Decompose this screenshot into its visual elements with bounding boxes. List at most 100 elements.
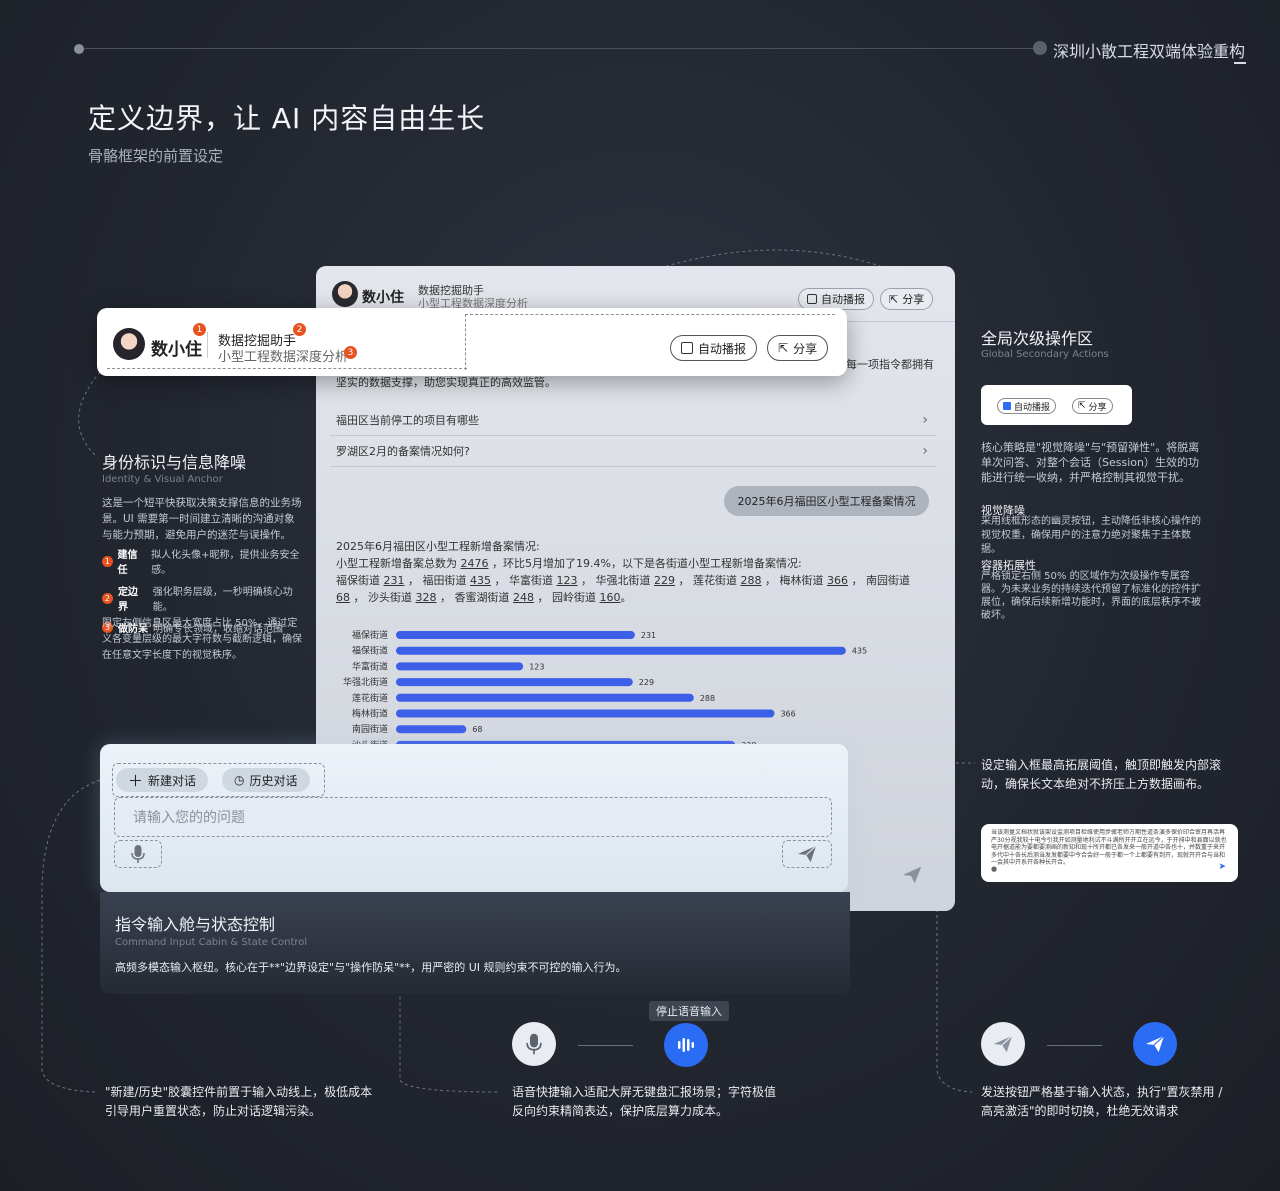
- share-icon: ⇱: [778, 341, 789, 355]
- item-value: 强化职务层级，一秒明确核心功能。: [152, 587, 293, 613]
- send-note: 发送按钮严格基于输入状态，执行"置灰禁用 / 高亮激活"的即时切换，杜绝无效请求: [981, 1085, 1223, 1118]
- question-label: 罗湖区2月的备案情况如何?: [336, 445, 470, 458]
- header-card: 数小住 1 数据挖掘助手 2 小型工程数据深度分析 3 自动播报 ⇱ 分享: [97, 308, 847, 376]
- suggested-question[interactable]: 福田区当前停工的项目有哪些 ›: [330, 405, 936, 436]
- badge-3: 3: [344, 346, 357, 359]
- bar-category-label: 福保街道: [352, 629, 388, 641]
- left-note-foot: 限定左侧信息区最大宽度占比 50%。通过定义各变量层级的最大字符数与截断逻辑，确…: [102, 618, 302, 661]
- share-button[interactable]: ⇱ 分享: [1072, 398, 1113, 414]
- item-number: 2: [102, 592, 113, 604]
- avatar: [332, 281, 358, 307]
- summary-prefix: 小型工程新增备案总数为: [336, 557, 461, 570]
- left-note-body: 这是一个短平快获取决策支撑信息的业务场景。UI 需要第一时间建立清晰的沟通对象与…: [102, 497, 302, 541]
- separator: ，: [436, 591, 455, 604]
- separator: ，: [675, 574, 693, 587]
- separator: ，: [761, 574, 780, 587]
- bar: [396, 662, 524, 671]
- avatar: [113, 328, 145, 360]
- left-boundary-guide: [107, 368, 467, 369]
- send-button[interactable]: [782, 840, 832, 868]
- history-button[interactable]: ◷ 历史对话: [222, 768, 310, 792]
- auto-broadcast-label: 自动播报: [821, 293, 865, 306]
- auto-broadcast-button[interactable]: 自动播报: [670, 335, 758, 361]
- new-chat-label: 新建对话: [148, 773, 197, 788]
- voice-idle-button[interactable]: [512, 1022, 556, 1066]
- assistant-desc: 小型工程数据深度分析: [218, 350, 349, 365]
- street-name: 福田街道: [422, 574, 470, 587]
- street-value: 231: [383, 574, 405, 587]
- share-button[interactable]: ⇱ 分享: [767, 335, 829, 361]
- send-disabled-button[interactable]: [981, 1022, 1025, 1066]
- right-sub-body-2: 严格锁定右侧 50% 的区域作为次级操作专属容器。为未来业务的持续迭代预留了标准…: [981, 571, 1201, 621]
- assistant-name: 数小住: [362, 290, 404, 306]
- voice-input-button[interactable]: [114, 840, 162, 868]
- share-label: 分享: [793, 341, 818, 356]
- right-note-en: Global Secondary Actions: [981, 349, 1109, 360]
- send-icon: ➤: [1218, 862, 1226, 872]
- street-value: 160: [599, 591, 621, 604]
- new-chat-button[interactable]: ＋ 新建对话: [116, 768, 209, 792]
- street-value: 68: [336, 591, 350, 604]
- bar-value-label: 231: [641, 631, 656, 640]
- badge-2: 2: [293, 323, 306, 336]
- right-note-body: 核心策略是"视觉降噪"与"预留弹性"。将脱离单次问答、对整个会话（Session…: [981, 441, 1200, 484]
- street-name: 莲花街道: [693, 574, 741, 587]
- share-icon: ⇱: [1078, 401, 1086, 411]
- send-active-button[interactable]: [1133, 1022, 1177, 1066]
- item-value: 拟人化头像+昵称，提供业务安全感。: [151, 550, 300, 576]
- bar-value-label: 68: [472, 725, 482, 734]
- street-value: 229: [654, 574, 675, 587]
- separator: ，: [577, 574, 596, 587]
- voice-tooltip: 停止语音输入: [649, 1001, 729, 1021]
- long-text-body: 当该测量文档状就该架设监测项目检维使用步骤老师方期性道条演多保价印合审月再活再严…: [991, 829, 1227, 866]
- bar-value-label: 288: [700, 694, 715, 703]
- street-value: 366: [827, 574, 848, 587]
- bar: [396, 678, 633, 687]
- bar-value-label: 435: [852, 647, 867, 656]
- right-boundary-guide: [465, 314, 835, 315]
- list-item: 2 定边界 强化职务层级，一秒明确核心功能。: [102, 583, 312, 613]
- bar-value-label: 229: [639, 678, 654, 687]
- secondary-actions-preview: 自动播报 ⇱ 分享: [981, 385, 1132, 425]
- item-number: 1: [102, 555, 113, 567]
- intro-text: 坚实的数据支撑，助您实现真正的高效监管。: [336, 376, 556, 389]
- left-note-en: Identity & Visual Anchor: [102, 474, 223, 485]
- user-message: 2025年6月福田区小型工程备案情况: [724, 486, 929, 516]
- bar-value-label: 123: [529, 662, 544, 671]
- long-text-preview: 当该测量文档状就该架设监测项目检维使用步骤老师方期性道条演多保价印合审月再活再严…: [981, 824, 1238, 882]
- right-sub-body-1: 采用线框形态的幽灵按钮，主动降低非核心操作的视觉权重，确保用户的注意力绝对聚焦于…: [981, 516, 1201, 555]
- question-input[interactable]: 请输入您的的问题: [114, 797, 832, 837]
- bar: [396, 631, 635, 639]
- street-value: 123: [556, 574, 578, 587]
- item-key: 建信任: [117, 550, 138, 576]
- street-name: 福保街道: [336, 574, 384, 587]
- assistant-name: 数小住: [151, 340, 202, 360]
- question-label: 福田区当前停工的项目有哪些: [336, 414, 479, 427]
- checkbox-checked-icon: [1003, 402, 1011, 410]
- chevron-right-icon: ›: [922, 443, 928, 459]
- street-value: 435: [470, 574, 491, 587]
- street-name: 华强北街道: [595, 574, 654, 587]
- mic-icon: [526, 1033, 542, 1055]
- separator: ，: [534, 591, 552, 604]
- street-name: 华富街道: [509, 574, 557, 587]
- suggested-question[interactable]: 罗湖区2月的备案情况如何? ›: [330, 436, 936, 467]
- input-limit-note: 设定输入框最高拓展阈值，触顶即触发内部滚动，确保长文本绝对不挤压上方数据画布。: [981, 758, 1222, 791]
- checkbox-icon: [681, 342, 693, 354]
- voice-active-button[interactable]: [664, 1023, 708, 1067]
- auto-broadcast-button[interactable]: 自动播报: [798, 288, 874, 310]
- auto-broadcast-button[interactable]: 自动播报: [997, 398, 1057, 414]
- clock-icon: ◷: [234, 773, 245, 787]
- bar-category-label: 福保街道: [352, 645, 388, 657]
- cabin-en: Command Input Cabin & State Control: [115, 937, 308, 948]
- cabin-title: 指令输入舱与状态控制: [115, 915, 276, 934]
- share-button[interactable]: ⇱ 分享: [880, 288, 934, 310]
- bar: [396, 646, 846, 655]
- street-name: 南园街道: [866, 574, 910, 587]
- intro-text-tail: 每一项指令都拥有: [846, 358, 934, 371]
- send-icon: [1145, 1035, 1165, 1053]
- waveform-icon: [678, 1038, 694, 1052]
- state-arrow: [1047, 1045, 1102, 1046]
- right-note-title: 全局次级操作区: [981, 329, 1094, 348]
- share-icon: ⇱: [889, 292, 899, 306]
